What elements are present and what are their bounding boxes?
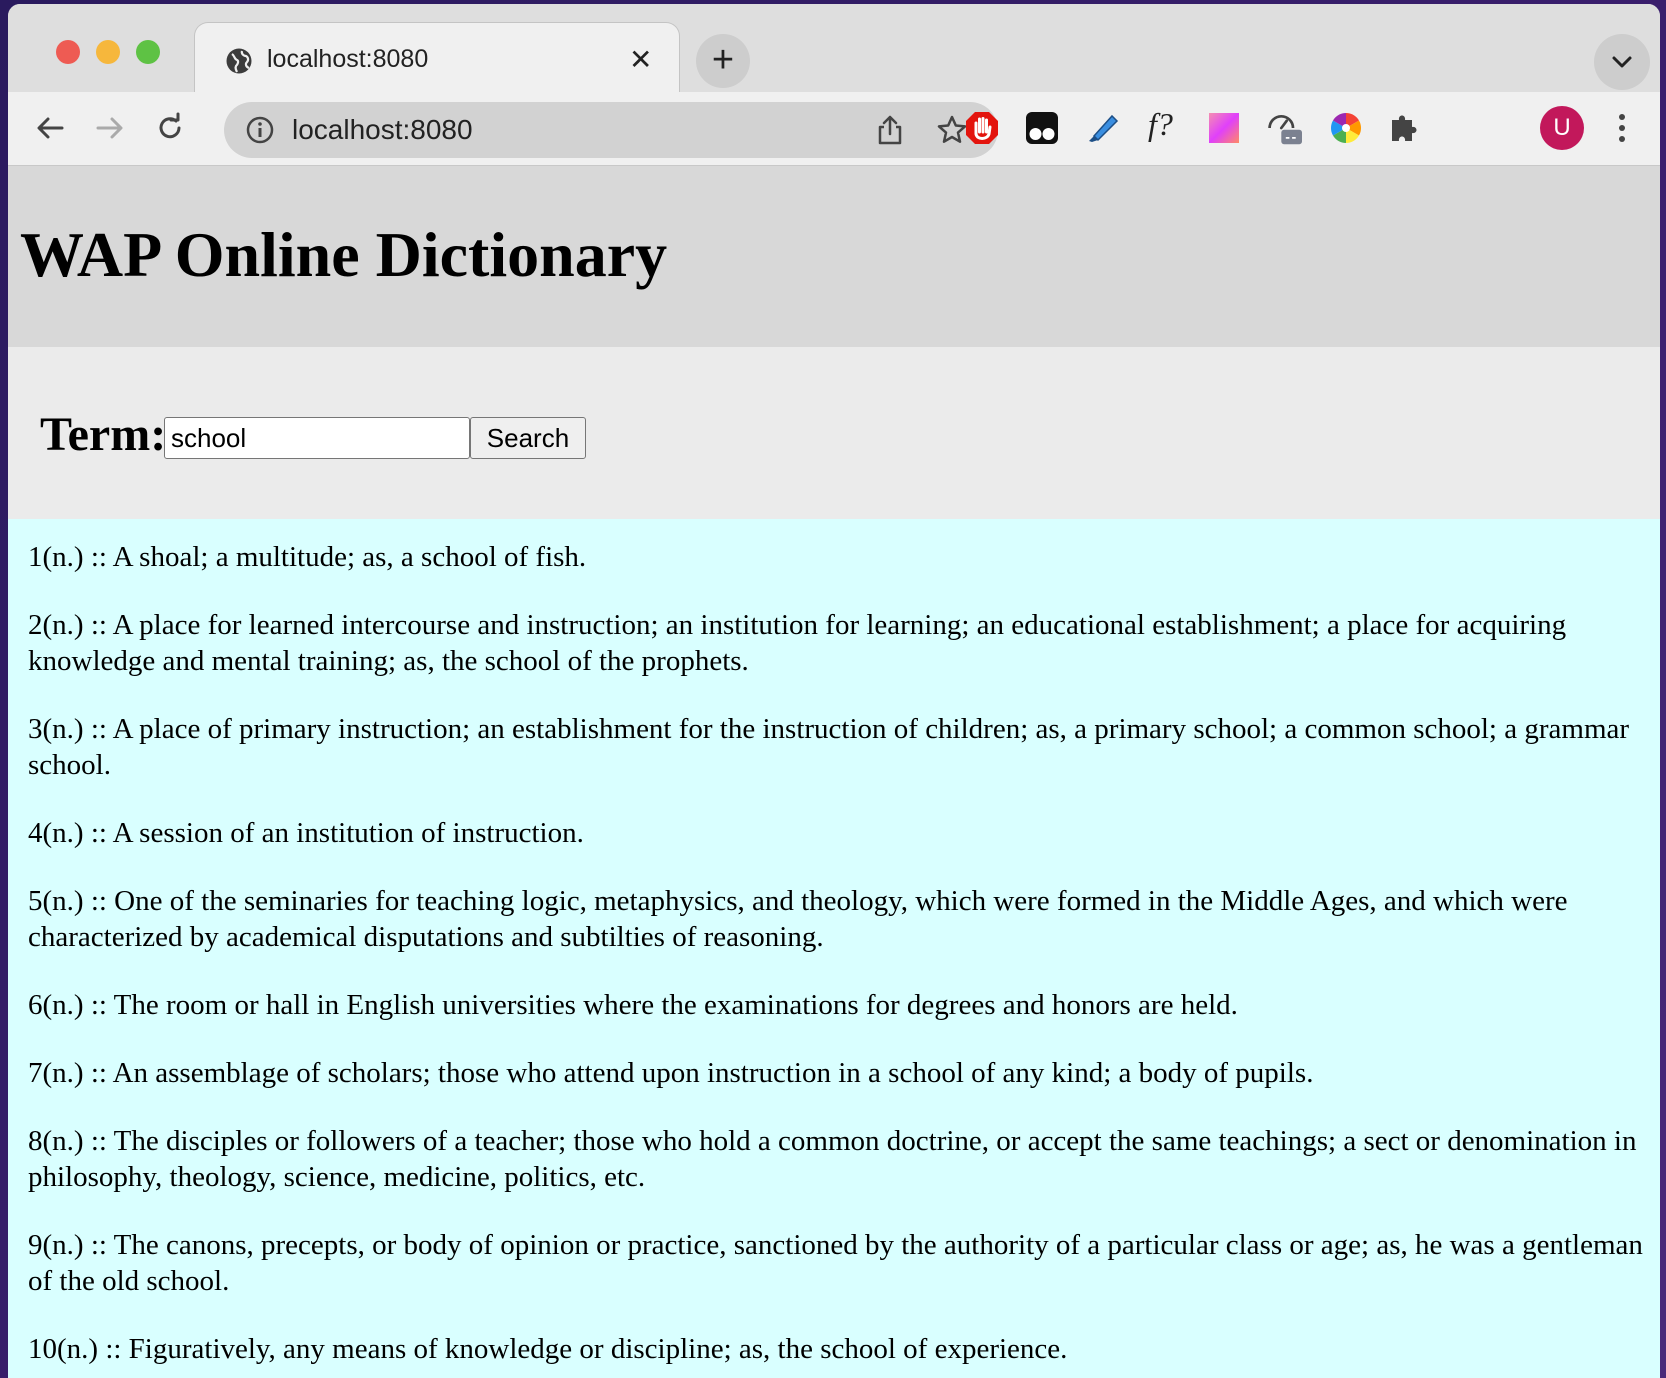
search-button[interactable]: Search — [470, 417, 586, 459]
forward-arrow-icon[interactable] — [94, 112, 126, 144]
more-menu-icon[interactable] — [1616, 110, 1628, 146]
back-arrow-icon[interactable] — [34, 112, 66, 144]
extensions-puzzle-icon[interactable] — [1386, 110, 1422, 146]
page-title: WAP Online Dictionary — [20, 219, 668, 290]
results-panel: 1(n.) :: A shoal; a multitude; as, a sch… — [8, 519, 1660, 1378]
definition-item: 4(n.) :: A session of an institution of … — [28, 817, 584, 849]
color-gradient-icon[interactable] — [1206, 110, 1242, 146]
color-wheel-icon[interactable] — [1328, 110, 1364, 146]
browser-window: localhost:8080 ✕ + localhost:8080 f? U W… — [8, 4, 1660, 1378]
font-identifier-icon[interactable]: f? — [1148, 106, 1184, 142]
globe-icon — [226, 48, 252, 74]
speed-meter-icon[interactable] — [1266, 110, 1302, 146]
url-text: localhost:8080 — [292, 114, 473, 145]
browser-tab[interactable]: localhost:8080 ✕ — [194, 22, 680, 92]
search-form: Term: Search — [8, 347, 1660, 519]
definition-item: 6(n.) :: The room or hall in English uni… — [28, 989, 1238, 1021]
tab-title: localhost:8080 — [267, 45, 429, 73]
definition-list: 1(n.) :: A shoal; a multitude; as, a sch… — [28, 539, 1660, 1378]
address-bar[interactable]: localhost:8080 — [224, 102, 998, 158]
term-label: Term: — [40, 408, 167, 461]
share-icon[interactable] — [876, 114, 904, 146]
definition-item: 1(n.) :: A shoal; a multitude; as, a sch… — [28, 541, 587, 573]
definition-item: 10(n.) :: Figuratively, any means of kno… — [28, 1333, 1068, 1365]
minimize-window-button[interactable] — [96, 40, 120, 64]
page-header: WAP Online Dictionary — [8, 166, 1660, 347]
definition-item: 7(n.) :: An assemblage of scholars; thos… — [28, 1057, 1314, 1089]
definition-item: 9(n.) :: The canons, precepts, or body o… — [28, 1229, 1643, 1297]
term-input[interactable] — [164, 417, 470, 459]
definition-item: 5(n.) :: One of the seminaries for teach… — [28, 885, 1568, 953]
definition-item: 8(n.) :: The disciples or followers of a… — [28, 1125, 1637, 1193]
site-info-icon[interactable] — [246, 116, 274, 144]
tab-close-icon[interactable]: ✕ — [629, 43, 652, 76]
chevron-down-icon — [1612, 56, 1632, 68]
new-tab-button[interactable]: + — [696, 34, 750, 88]
zoom-window-button[interactable] — [136, 40, 160, 64]
page-content: WAP Online Dictionary Term: Search 1(n.)… — [8, 166, 1660, 1378]
definition-item: 2(n.) :: A place for learned intercourse… — [28, 609, 1567, 677]
definition-item: 3(n.) :: A place of primary instruction;… — [28, 713, 1630, 781]
browser-toolbar: localhost:8080 f? U — [8, 92, 1660, 166]
adblock-icon[interactable] — [964, 110, 1000, 146]
tampermonkey-icon[interactable] — [1024, 110, 1060, 146]
close-window-button[interactable] — [56, 40, 80, 64]
tab-strip: localhost:8080 ✕ + — [8, 4, 1660, 92]
reload-icon[interactable] — [154, 112, 186, 144]
tab-search-button[interactable] — [1594, 34, 1650, 90]
profile-avatar[interactable]: U — [1540, 106, 1584, 150]
highlighter-icon[interactable] — [1084, 110, 1120, 146]
